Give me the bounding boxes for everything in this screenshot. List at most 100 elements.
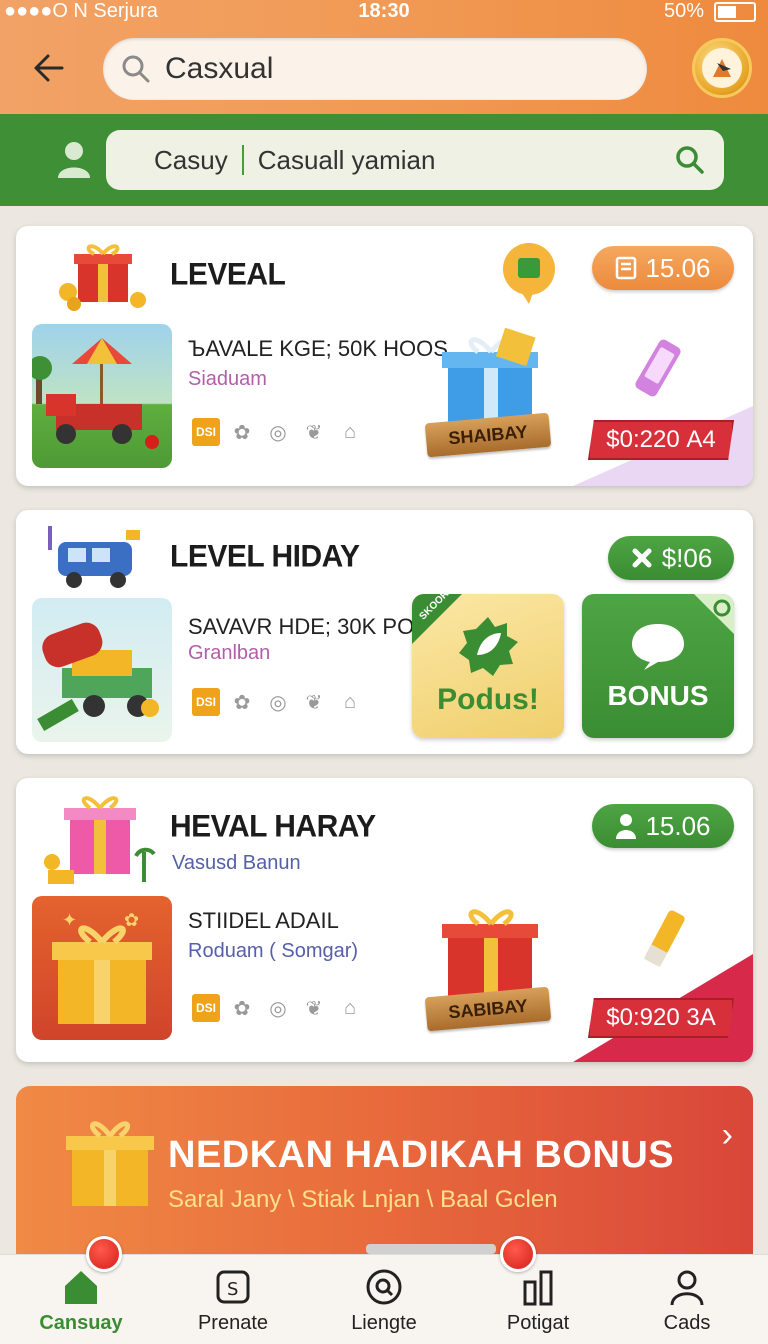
card-subtitle: Vasusd Banun [172, 852, 301, 874]
leaf-icon: ❦ [305, 421, 323, 444]
nav-home[interactable]: Cansuay [6, 1255, 156, 1344]
chat-bubble-icon [632, 624, 684, 670]
bonus-tile[interactable]: BONUS [582, 594, 734, 738]
ticket-icon: DSI [192, 688, 220, 716]
search-input[interactable]: Casxual [103, 38, 647, 100]
ticket-icon: DSI [192, 418, 220, 446]
settings-icon [694, 594, 734, 634]
compass-button[interactable] [692, 38, 752, 98]
chat-badge-icon [503, 243, 555, 304]
price-pill[interactable]: 15.06 [592, 804, 734, 848]
nav-liengte[interactable]: Liengte [309, 1255, 459, 1344]
notification-dot [86, 1236, 122, 1272]
offer-line: SAVAVR HDE; 30K POVS [188, 614, 444, 639]
offer-tag: Granlban [188, 642, 271, 664]
lipstick-icon [643, 910, 685, 967]
swirl-icon: ◎ [269, 691, 287, 714]
card-title: LEVEL HIDAY [170, 539, 360, 574]
notification-dot [500, 1236, 536, 1272]
pill-value: 15.06 [645, 252, 711, 283]
tile-label: Podus! [437, 683, 539, 716]
nav-label: Cads [663, 1312, 711, 1334]
nav-label: Potigat [506, 1312, 570, 1334]
flower-icon: ✿ [233, 997, 251, 1020]
flower-icon: ✿ [233, 691, 251, 714]
close-icon [632, 548, 652, 568]
category-chip[interactable]: Casuy [154, 145, 228, 176]
wallet-icon: S [216, 1270, 250, 1304]
house-icon: ⌂ [343, 420, 357, 443]
gift-coins-icon [59, 244, 146, 311]
search-icon [122, 55, 150, 83]
banner-title: NEDKAN HADIKAH BONUS [168, 1134, 675, 1176]
status-bar: ●●●●O N Serjura 18:30 50% [0, 0, 768, 26]
search-icon[interactable] [674, 144, 706, 176]
car-icon [48, 526, 140, 588]
nav-cads[interactable]: Cads [612, 1255, 762, 1344]
clock: 18:30 [358, 0, 410, 22]
swirl-icon: ◎ [269, 997, 287, 1020]
compass-icon [702, 48, 742, 88]
user-icon [616, 814, 637, 839]
offer-line: STIIDEL ADAIL [188, 908, 339, 933]
house-icon: ⌂ [343, 690, 357, 713]
swirl-icon: ◎ [269, 421, 287, 444]
card-title: LEVEAL [170, 257, 286, 292]
card-title: HEVAL HARAY [170, 809, 376, 844]
phone-icon [635, 339, 681, 397]
price-pill[interactable]: $!06 [608, 536, 734, 580]
feature-icons: DSI ✿ ◎ ❦ ⌂ [192, 994, 364, 1022]
offer-tag: Siaduam [188, 368, 267, 390]
stats-icon [523, 1270, 553, 1306]
banner-subtitle: Saral Jany \ Stiak Lnjan \ Baal Gclen [168, 1186, 558, 1213]
flower-icon: ✿ [233, 421, 251, 444]
feature-icons: DSI ✿ ◎ ❦ ⌂ [192, 418, 364, 446]
chevron-right-icon[interactable]: › [722, 1116, 733, 1155]
offer-tag: Roduam ( Somgar) [188, 940, 359, 962]
cart-icon [616, 256, 637, 280]
home-icon [65, 1271, 97, 1304]
back-button[interactable] [26, 44, 74, 92]
offer-line: ЪAVALE KGE; 50K HOOS [188, 336, 448, 361]
divider [241, 145, 244, 175]
pink-gift-icon [44, 796, 156, 884]
nav-label: Cansuay [39, 1312, 123, 1334]
category-search[interactable]: Casuy Casuall yamian [106, 130, 724, 190]
progress-stub [366, 1244, 496, 1254]
offer-card[interactable]: HEVAL HARAY Vasusd Banun 15.06 ✦ ✿ STIID… [16, 778, 753, 1062]
podus-tile[interactable]: SKOOR Podus! [412, 594, 564, 738]
nav-label: Prenate [197, 1312, 269, 1334]
cannon-thumbnail [32, 598, 172, 742]
feature-icons: DSI ✿ ◎ ❦ ⌂ [192, 688, 364, 716]
price-pill[interactable]: 15.06 [592, 246, 734, 290]
nav-potigat[interactable]: Potigat [463, 1255, 613, 1344]
tile-label: BONUS [607, 680, 709, 711]
svg-text:✦: ✦ [62, 910, 77, 931]
house-icon: ⌂ [343, 996, 357, 1019]
gold-gift-icon [66, 1121, 154, 1206]
leaf-badge-icon [459, 617, 518, 676]
leaf-icon: ❦ [305, 997, 323, 1020]
svg-text:✿: ✿ [124, 910, 139, 931]
pill-value: $!06 [661, 542, 713, 573]
offer-card[interactable]: LEVEL HIDAY $!06 SAVAVR HDE; 30K POVS Gr… [16, 510, 753, 754]
price-tag[interactable]: $0:920 3A [588, 998, 734, 1038]
user-icon[interactable] [56, 140, 92, 178]
arrow-left-icon [34, 54, 64, 82]
nav-prenate[interactable]: S Prenate [158, 1255, 308, 1344]
category-query: Casuall yamian [257, 144, 436, 175]
search-value: Casxual [165, 52, 274, 85]
battery-percent: 50% [663, 0, 704, 22]
truck-thumbnail [32, 324, 172, 468]
ticket-icon: DSI [192, 994, 220, 1022]
profile-icon [670, 1270, 704, 1306]
svg-text:S: S [227, 1279, 238, 1300]
price-tag[interactable]: $0:220 А4 [588, 420, 734, 460]
gift-thumbnail: ✦ ✿ [32, 896, 172, 1040]
search-icon [366, 1269, 402, 1305]
pill-value: 15.06 [645, 810, 711, 841]
battery-icon [714, 2, 756, 22]
nav-label: Liengte [351, 1312, 417, 1334]
offer-card[interactable]: LEVEAL 15.06 ЪAVALE KGE; 50K HOOS Siadua… [16, 226, 753, 486]
leaf-icon: ❦ [305, 691, 323, 714]
